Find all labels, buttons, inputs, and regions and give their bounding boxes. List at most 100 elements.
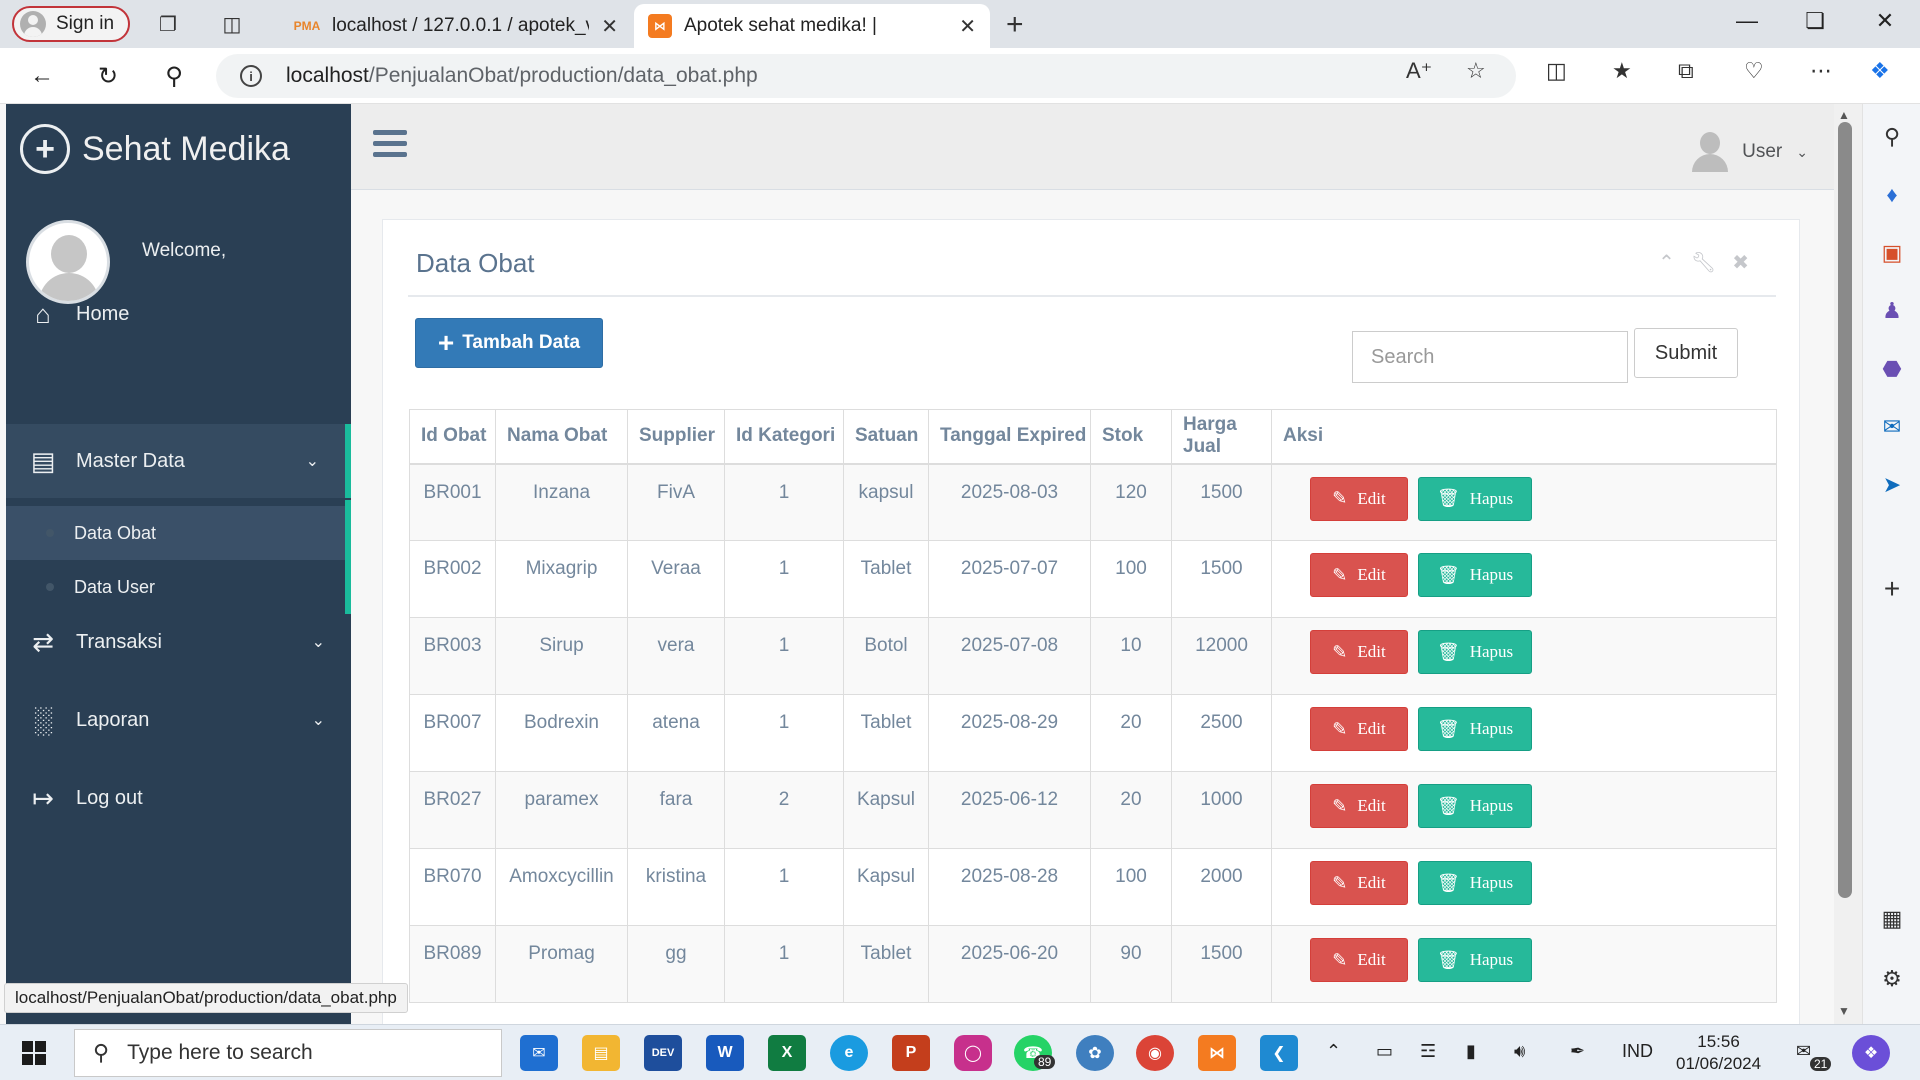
close-window-icon[interactable]: ✕ — [1860, 8, 1910, 34]
close-tab-icon[interactable]: ✕ — [959, 14, 976, 39]
add-icon[interactable]: + — [1877, 573, 1907, 604]
workspaces-icon[interactable]: ❐ — [154, 10, 182, 38]
column-header[interactable]: Satuan — [843, 409, 929, 465]
outlook-icon[interactable]: ✉ — [1877, 412, 1907, 442]
sign-in-button[interactable]: Sign in — [12, 6, 130, 42]
delete-button[interactable]: 🗑︎ Hapus — [1418, 553, 1532, 597]
tab-phpmyadmin[interactable]: PMA localhost / 127.0.0.1 / apotek_ver ✕ — [280, 4, 632, 48]
add-data-button[interactable]: + Tambah Data — [415, 318, 603, 368]
sidebar-item-data-obat[interactable]: Data Obat — [6, 506, 345, 560]
volume-icon[interactable]: 🔊︎ — [1514, 1041, 1525, 1062]
powerpoint-icon[interactable]: P — [892, 1035, 930, 1071]
tools-icon[interactable]: ▣ — [1877, 238, 1907, 268]
column-header[interactable]: Stok — [1090, 409, 1172, 465]
tab-actions-icon[interactable]: ◫ — [218, 10, 246, 38]
column-header[interactable]: Nama Obat — [495, 409, 628, 465]
send-icon[interactable]: ➤ — [1877, 470, 1907, 500]
sidebar-item-laporan[interactable]: ░ Laporan ⌄ — [6, 690, 351, 750]
restore-icon[interactable]: ❏ — [1790, 8, 1840, 34]
brand[interactable]: + Sehat Medika — [20, 124, 290, 174]
instagram-icon[interactable]: ◯ — [954, 1035, 992, 1071]
favorite-star-icon[interactable]: ☆ — [1466, 58, 1486, 84]
column-header[interactable]: Tanggal Expired — [928, 409, 1091, 465]
browser-essentials-icon[interactable]: ♡ — [1744, 58, 1764, 84]
input-language[interactable]: IND — [1622, 1041, 1653, 1062]
user-dropdown[interactable]: User ⌄ — [1692, 132, 1808, 172]
scroll-up-icon[interactable]: ▲ — [1838, 108, 1850, 122]
sidebar-item-logout[interactable]: ↦ Log out — [6, 768, 351, 828]
scrollbar-thumb[interactable] — [1838, 122, 1852, 898]
chrome-icon[interactable]: ◉ — [1136, 1035, 1174, 1071]
edit-button[interactable]: ✎ Edit — [1310, 784, 1408, 828]
new-tab-icon[interactable]: + — [1006, 8, 1024, 42]
windows-start-icon[interactable] — [22, 1041, 46, 1065]
read-aloud-icon[interactable]: A⁺ — [1406, 58, 1432, 84]
pen-icon[interactable]: ✒ — [1570, 1041, 1585, 1062]
wrench-icon[interactable]: 🔧︎ — [1691, 250, 1716, 275]
show-hidden-icons-chevron-up-icon[interactable]: ⌃ — [1326, 1041, 1341, 1062]
shopping-tag-icon[interactable]: ♦ — [1877, 180, 1907, 210]
tab-apotek[interactable]: ⋈ Apotek sehat medika! | ✕ — [634, 4, 990, 48]
column-header[interactable]: Harga Jual — [1171, 409, 1272, 465]
back-icon[interactable]: ← — [26, 60, 58, 92]
column-header[interactable]: Id Kategori — [724, 409, 844, 465]
sidebar-item-master-data[interactable]: ▤ Master Data ⌄ — [6, 424, 351, 498]
delete-button[interactable]: 🗑︎ Hapus — [1418, 784, 1532, 828]
close-icon[interactable]: ✖ — [1732, 250, 1749, 275]
sidebar-item-home[interactable]: ⌂ Home — [6, 284, 351, 344]
split-screen-icon[interactable]: ◫ — [1546, 58, 1567, 84]
notification-icon[interactable]: ✉ — [1796, 1041, 1811, 1062]
edit-button[interactable]: ✎ Edit — [1310, 553, 1408, 597]
more-menu-icon[interactable]: ⋯ — [1810, 58, 1832, 84]
devcpp-icon[interactable]: DEV — [644, 1035, 682, 1071]
collapse-chevron-up-icon[interactable]: ⌃ — [1658, 250, 1675, 275]
office-icon[interactable]: ⬣ — [1877, 354, 1907, 384]
word-icon[interactable]: W — [706, 1035, 744, 1071]
system-clock[interactable]: 15:56 01/06/2024 — [1676, 1031, 1761, 1075]
edge-icon[interactable]: e — [830, 1035, 868, 1071]
network-app-icon[interactable]: ✿ — [1076, 1035, 1114, 1071]
delete-button[interactable]: 🗑︎ Hapus — [1418, 861, 1532, 905]
copilot-icon[interactable]: ❖ — [1870, 58, 1890, 84]
column-header[interactable]: Id Obat — [409, 409, 496, 465]
close-tab-icon[interactable]: ✕ — [601, 14, 618, 39]
column-header[interactable]: Supplier — [627, 409, 725, 465]
minimize-icon[interactable]: — — [1722, 8, 1772, 34]
refresh-icon[interactable]: ↻ — [92, 60, 124, 92]
mail-icon[interactable]: ✉ — [520, 1035, 558, 1071]
file-explorer-icon[interactable]: ▤ — [582, 1035, 620, 1071]
games-icon[interactable]: ♟ — [1877, 296, 1907, 326]
site-info-icon[interactable]: i — [240, 65, 262, 87]
vscode-icon[interactable]: ❮ — [1260, 1035, 1298, 1071]
address-bar[interactable]: i localhost/PenjualanObat/production/dat… — [216, 54, 1516, 98]
scroll-down-icon[interactable]: ▼ — [1838, 1004, 1850, 1018]
search-icon[interactable]: ⚲ — [1877, 122, 1907, 152]
meet-now-icon[interactable]: ▭ — [1376, 1041, 1393, 1062]
search-icon[interactable]: ⚲ — [158, 60, 190, 92]
delete-button[interactable]: 🗑︎ Hapus — [1418, 476, 1532, 521]
sidebar-item-transaksi[interactable]: ⇄ Transaksi ⌄ — [6, 612, 351, 672]
sidebar-item-data-user[interactable]: Data User — [6, 560, 345, 614]
copilot-taskbar-icon[interactable]: ❖ — [1852, 1035, 1890, 1071]
submit-button[interactable]: Submit — [1634, 328, 1738, 378]
settings-gear-icon[interactable]: ⚙ — [1877, 964, 1907, 994]
excel-icon[interactable]: X — [768, 1035, 806, 1071]
screenshot-icon[interactable]: ▦ — [1877, 904, 1907, 934]
delete-button[interactable]: 🗑︎ Hapus — [1418, 630, 1532, 674]
collections-icon[interactable]: ⧉ — [1678, 58, 1694, 84]
edit-button[interactable]: ✎ Edit — [1310, 476, 1408, 521]
favorites-icon[interactable]: ★ — [1612, 58, 1632, 84]
search-input[interactable] — [1352, 331, 1628, 383]
address-url[interactable]: localhost/PenjualanObat/production/data_… — [286, 64, 758, 88]
edit-button[interactable]: ✎ Edit — [1310, 707, 1408, 751]
xampp-icon[interactable]: ⋈ — [1198, 1035, 1236, 1071]
taskbar-search[interactable]: ⚲ Type here to search — [74, 1029, 502, 1077]
edit-button[interactable]: ✎ Edit — [1310, 861, 1408, 905]
delete-button[interactable]: 🗑︎ Hapus — [1418, 938, 1532, 982]
menu-toggle-icon[interactable] — [373, 130, 407, 160]
wifi-icon[interactable]: ☲ — [1420, 1041, 1436, 1062]
edit-button[interactable]: ✎ Edit — [1310, 938, 1408, 982]
edit-button[interactable]: ✎ Edit — [1310, 630, 1408, 674]
delete-button[interactable]: 🗑︎ Hapus — [1418, 707, 1532, 751]
battery-icon[interactable]: ▮ — [1466, 1041, 1476, 1062]
